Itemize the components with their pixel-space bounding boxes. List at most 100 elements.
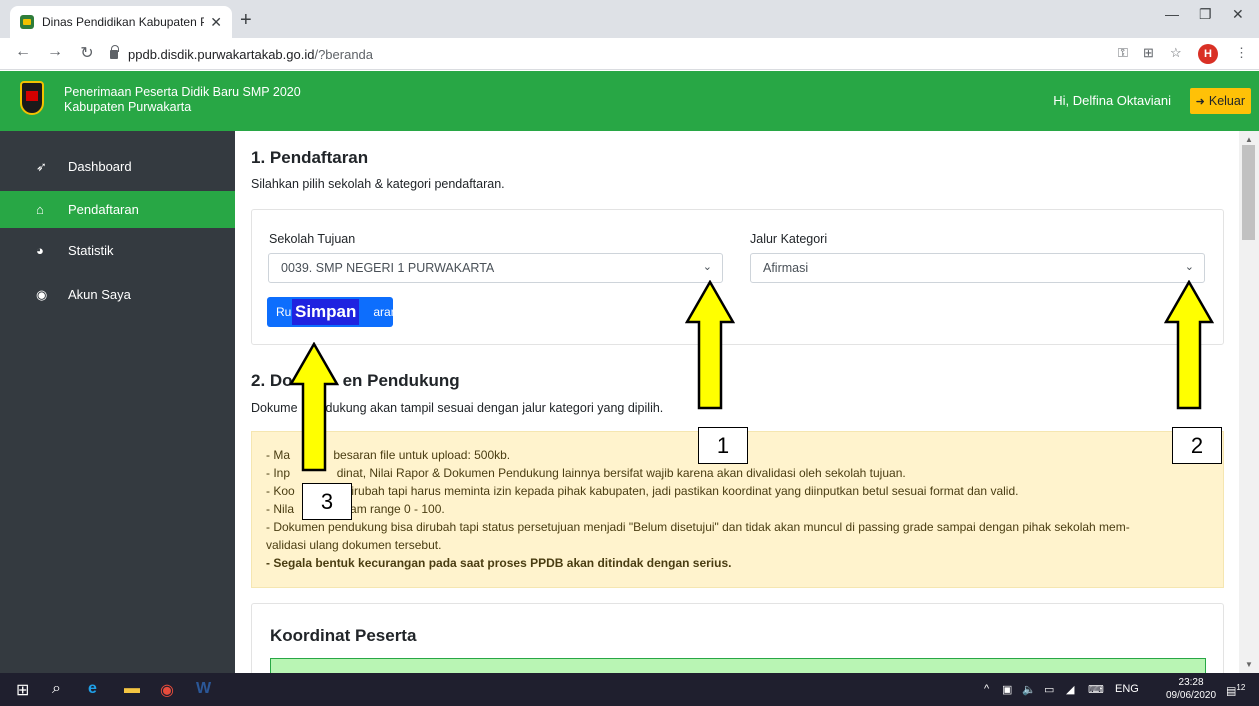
sidebar-item-label: Akun Saya [68,287,131,302]
section-subtitle-pendaftaran: Silahkan pilih sekolah & kategori pendaf… [251,177,505,191]
annotation-label-3: 3 [302,483,352,520]
logout-button[interactable]: ➜ Keluar [1189,88,1251,114]
chrome-icon[interactable]: ◉ [160,680,174,700]
category-select[interactable]: Afirmasi ⌄ [750,253,1205,283]
section-subtitle-dokumen-right: dukung akan tampil sesuai dengan jalur k… [325,401,664,415]
profile-avatar[interactable]: H [1198,44,1218,64]
coordinates-card: Koordinat Peserta [251,603,1224,673]
site-favicon-icon [20,15,34,29]
sidebar-item-label: Pendaftaran [68,202,139,217]
notification-count: 12 [1236,683,1246,692]
school-select-value: 0039. SMP NEGERI 1 PURWAKARTA [281,261,495,275]
back-icon[interactable]: ← [10,43,36,61]
school-label: Sekolah Tujuan [269,232,356,246]
tab-close-icon[interactable]: ✕ [210,14,222,31]
notice-line: validasi ulang dokumen tersebut. [266,538,442,552]
annotation-label-2: 2 [1172,427,1222,464]
annotation-label-1: 1 [698,427,748,464]
notice-line: - Nila alam range 0 - 100. [266,502,445,516]
translate-icon[interactable]: ⊞ [1143,45,1154,61]
button-label-left: Ru [276,305,292,319]
section-title-dokumen-right: en Pendukung [342,371,460,390]
keyboard-icon[interactable]: ⌨ [1088,683,1104,696]
bookmark-star-icon[interactable]: ☆ [1170,45,1182,61]
clock-date: 09/06/2020 [1166,690,1217,701]
url-input[interactable]: ppdb.disdik.purwakartakab.go.id/?beranda [110,42,1110,66]
category-select-value: Afirmasi [763,261,809,275]
taskbar-clock[interactable]: 23:28 09/06/2020 [1166,676,1216,702]
forward-icon[interactable]: → [42,43,68,61]
notice-line: - Inp dinat, Nilai Rapor & Dokumen Pendu… [266,466,906,480]
url-host: ppdb.disdik.purwakartakab.go.id [128,46,315,62]
sidebar-item-label: Dashboard [68,159,132,174]
annotation-arrow-3 [289,342,339,472]
sidebar: ➶ Dashboard ⌂ Pendaftaran ◕ Statistik ◉ … [0,131,235,673]
browser-tab[interactable]: Dinas Pendidikan Kabupaten Pur ✕ [10,6,232,38]
scrollbar-thumb[interactable] [1242,145,1255,240]
battery-icon[interactable]: ▭ [1044,683,1054,696]
page-scrollbar[interactable]: ▲ ▼ [1239,131,1259,673]
sidebar-item-label: Statistik [68,243,114,258]
browser-menu-icon[interactable]: ⋮ [1235,45,1248,61]
volume-icon[interactable]: 🔈 [1022,683,1036,696]
window-close-icon[interactable]: ✕ [1232,6,1244,23]
user-icon: ◉ [36,286,48,302]
app-title-main: Penerimaan Peserta Didik Baru SMP 2020 [64,85,301,99]
sidebar-item-statistik[interactable]: ◕ Statistik [0,232,235,269]
sign-out-icon: ➜ [1195,95,1205,108]
simpan-overlay-label: Simpan [292,299,360,325]
rocket-icon: ➶ [36,158,47,174]
chevron-down-icon: ⌄ [702,261,712,273]
sidebar-item-akun-saya[interactable]: ◉ Akun Saya [0,276,235,313]
coordinates-map-area[interactable] [270,658,1206,673]
button-label-right: aran [373,305,398,319]
lock-icon [110,44,119,59]
language-indicator[interactable]: ENG [1115,683,1139,695]
school-select[interactable]: 0039. SMP NEGERI 1 PURWAKARTA ⌄ [268,253,723,283]
main-content: 1. Pendaftaran Silahkan pilih sekolah & … [235,131,1239,673]
app-header: Penerimaan Peserta Didik Baru SMP 2020 K… [0,71,1259,131]
chevron-down-icon: ⌄ [1184,261,1194,273]
pie-chart-icon: ◕ [36,243,44,258]
coordinates-title: Koordinat Peserta [270,626,417,645]
wifi-icon[interactable]: ◢ [1066,683,1074,696]
notification-icon[interactable]: ▤12 [1226,683,1245,698]
app-title: Penerimaan Peserta Didik Baru SMP 2020 K… [64,85,301,115]
edge-icon[interactable]: e [88,680,97,698]
sidebar-item-pendaftaran[interactable]: ⌂ Pendaftaran [0,191,235,228]
search-icon[interactable]: ⌕ [52,680,61,698]
new-tab-button[interactable]: + [240,9,252,32]
annotation-arrow-2 [1164,280,1214,410]
scroll-down-icon[interactable]: ▼ [1245,660,1253,669]
restore-icon[interactable]: ❐ [1199,6,1212,23]
windows-taskbar: ⊞ ⌕ e ▬ ◉ W ^ ▣ 🔈 ▭ ◢ ⌨ ENG 23:28 09/06/… [0,673,1259,706]
word-icon[interactable]: W [196,680,211,698]
minimize-icon[interactable]: — [1165,6,1179,22]
key-icon[interactable]: ⚿ [1118,45,1128,61]
user-greeting: Hi, Delfina Oktaviani [1053,93,1171,108]
annotation-arrow-1 [685,280,735,410]
sidebar-item-dashboard[interactable]: ➶ Dashboard [0,148,235,185]
notice-line: - Koo a dirubah tapi harus meminta izin … [266,484,1019,498]
category-label: Jalur Kategori [750,232,828,246]
home-icon: ⌂ [36,202,44,217]
app-title-sub: Kabupaten Purwakarta [64,100,192,114]
windows-start-icon[interactable]: ⊞ [16,680,29,700]
browser-tab-bar: Dinas Pendidikan Kabupaten Pur ✕ + — ❐ ✕ [0,0,1259,38]
section-title-dokumen-left: 2. Do [251,371,293,390]
tray-chevron-icon[interactable]: ^ [984,683,989,695]
purwakarta-logo [20,81,44,115]
url-path: /?beranda [314,46,374,62]
clock-time: 23:28 [1178,677,1204,688]
reload-icon[interactable]: ↻ [74,43,100,63]
notice-line: - Dokumen pendukung bisa dirubah tapi st… [266,520,1130,534]
tab-title: Dinas Pendidikan Kabupaten Pur [42,15,205,29]
tray-network-icon[interactable]: ▣ [1002,683,1012,696]
section-title-dokumen: 2. Do en Pendukung [251,371,460,391]
notice-warning: - Segala bentuk kecurangan pada saat pro… [266,556,732,570]
scroll-up-icon[interactable]: ▲ [1245,135,1253,144]
file-explorer-icon[interactable]: ▬ [124,680,140,698]
logout-label: Keluar [1208,94,1245,108]
section-title-pendaftaran: 1. Pendaftaran [251,148,369,167]
address-bar: ← → ↻ ppdb.disdik.purwakartakab.go.id/?b… [0,38,1259,70]
